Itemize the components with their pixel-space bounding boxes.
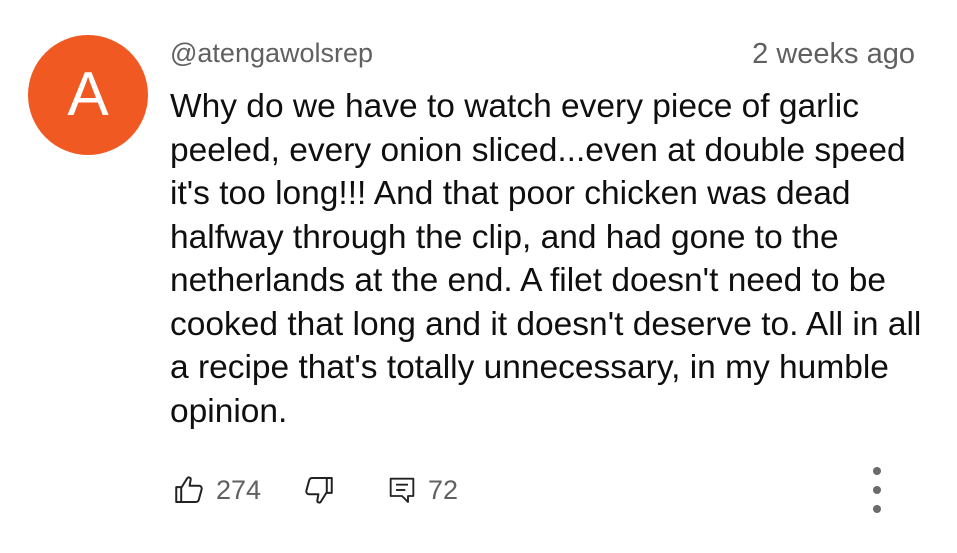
avatar-letter: A <box>67 60 109 129</box>
more-options-button[interactable] <box>862 467 892 513</box>
more-vertical-icon <box>873 467 881 475</box>
comment-text: Why do we have to watch every piece of g… <box>170 88 922 430</box>
comment-item: A @atengawolsrep 2 weeks ago Why do we h… <box>0 0 957 553</box>
like-button[interactable]: 274 <box>172 468 261 512</box>
avatar[interactable]: A <box>28 35 148 155</box>
comment-timestamp[interactable]: 2 weeks ago <box>752 38 915 71</box>
thumbs-down-icon <box>302 473 336 507</box>
like-count: 274 <box>216 474 262 505</box>
comment-author[interactable]: @atengawolsrep <box>170 38 373 69</box>
reply-button[interactable]: 72 <box>386 468 458 512</box>
dislike-button[interactable] <box>302 468 336 512</box>
comment-reply-icon <box>386 473 418 507</box>
thumbs-up-icon <box>172 473 206 507</box>
reply-count: 72 <box>428 474 459 505</box>
